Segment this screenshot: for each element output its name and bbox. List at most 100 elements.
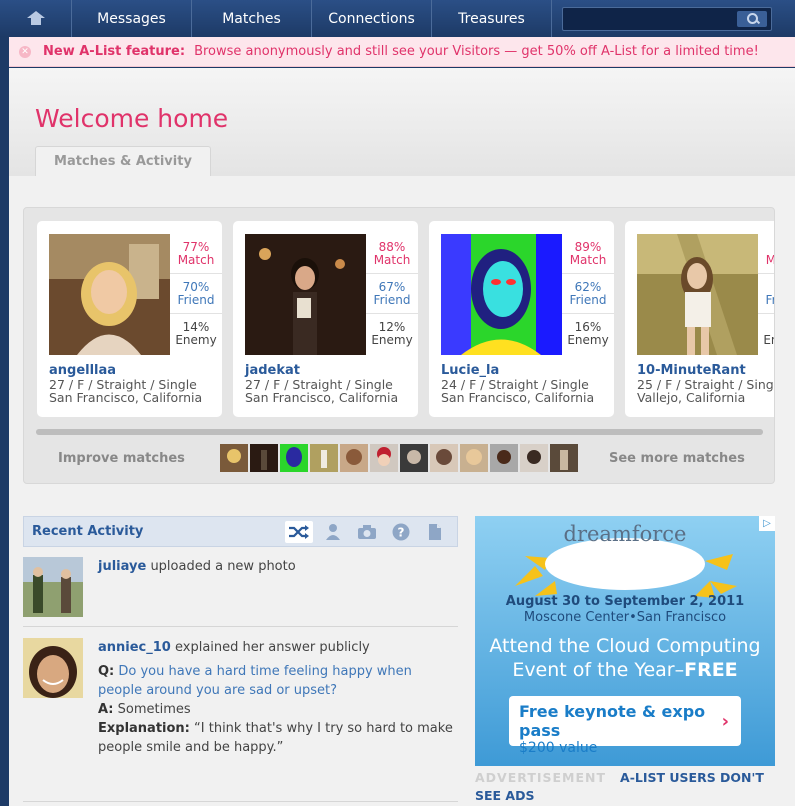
ad-headline-2: Event of the Year– [512,659,685,681]
friend-label: Friend [177,293,215,307]
question-link[interactable]: Do you have a hard time feeling happy wh… [98,664,412,698]
enemy-label: Enemy [567,333,609,347]
match-username[interactable]: Lucie_la [441,363,499,378]
advertisement-label: ADVERTISEMENT [475,770,607,785]
match-card[interactable]: 88% Match 67% Friend 12% Enemy jadekat 27 /… [233,221,418,417]
home-icon [26,11,45,25]
thumbnail[interactable] [220,444,248,472]
match-username[interactable]: 10-MinuteRant [637,363,746,378]
friend-percent: 70% [182,280,210,294]
page-title: Welcome home [35,104,229,133]
match-label: Match [177,253,215,267]
activity-username[interactable]: anniec_10 [98,640,171,655]
tab-matches-activity[interactable]: Matches & Activity [35,146,211,176]
thumbnail[interactable] [340,444,368,472]
match-percent: 88% [378,240,406,254]
top-nav: Messages Matches Connections Treasures [0,0,795,37]
match-stats: 77% Match 70% Friend 14% Enemy [170,234,222,355]
match-stats: 89% Match 62% Friend 16% Enemy [562,234,614,355]
match-card[interactable]: 89% Match 62% Friend 16% Enemy Lucie_la 24 … [429,221,614,417]
person-icon[interactable] [319,521,347,543]
thumbnail[interactable] [310,444,338,472]
question-icon[interactable]: ? [387,521,415,543]
match-location: Vallejo, California [637,390,746,405]
recent-activity-header: Recent Activity ? [23,516,458,547]
nav-tab-treasures[interactable]: Treasures [432,0,552,37]
divider [23,626,458,627]
activity-username[interactable]: juliaye [98,559,146,574]
match-label: Match [766,253,774,267]
explanation-label: Explanation: [98,721,190,736]
enemy-percent: 16% [574,320,602,334]
match-percent: 77% [182,240,210,254]
enemy-label: Enemy [763,333,774,347]
ad-cta-value: $200 value [519,740,598,756]
activity-item: anniec_10 explained her answer publicly … [23,638,458,768]
improve-matches-link[interactable]: Improve matches [58,451,185,466]
dreamforce-ad[interactable]: ▷ dreamforce August 30 to September 2, 2… [475,516,775,766]
match-location: San Francisco, California [49,390,203,405]
match-card[interactable]: 9Match 6Friend Enemy 10-MinuteRant 25 / … [625,221,774,417]
match-username[interactable]: angelllaa [49,363,116,378]
match-username[interactable]: jadekat [245,363,300,378]
match-label: Match [569,253,607,267]
promo-label: New A-List feature: [43,44,186,59]
match-stats: 9Match 6Friend Enemy [758,234,774,355]
matches-carousel: 77% Match 70% Friend 14% Enemy angelllaa 27… [23,207,775,484]
close-icon[interactable]: ✕ [19,45,31,58]
nav-tab-matches[interactable]: Matches [192,0,312,37]
friend-label: Friend [765,293,774,307]
thumbnail[interactable] [400,444,428,472]
thumbnail[interactable] [280,444,308,472]
search-input[interactable] [563,8,733,30]
thumbnail[interactable] [460,444,488,472]
ad-headline-1: Attend the Cloud Computing [489,635,761,657]
match-percent: 89% [574,240,602,254]
home-button[interactable] [0,0,72,37]
match-thumbnail-strip [220,444,578,472]
ad-venue: Moscone Center•San Francisco [523,610,727,625]
camera-icon[interactable] [353,521,381,543]
profile-photo[interactable] [441,234,562,355]
match-location: San Francisco, California [245,390,399,405]
profile-photo[interactable] [637,234,758,355]
activity-item: juliaye uploaded a new photo [23,557,458,617]
nav-tab-messages[interactable]: Messages [72,0,192,37]
thumbnail[interactable] [430,444,458,472]
thumbnail[interactable] [370,444,398,472]
ad-dates: August 30 to September 2, 2011 [505,594,745,609]
match-stats: 88% Match 67% Friend 12% Enemy [366,234,418,355]
profile-photo[interactable] [49,234,170,355]
match-location: San Francisco, California [441,390,595,405]
chevron-right-icon: › [721,711,729,732]
shuffle-icon[interactable] [285,521,313,543]
thumbnail[interactable] [490,444,518,472]
match-card[interactable]: 77% Match 70% Friend 14% Enemy angelllaa 27… [37,221,222,417]
enemy-percent: 12% [378,320,406,334]
ad-cta-title: Free keynote & expo pass [519,702,706,740]
friend-label: Friend [373,293,411,307]
thumbnail[interactable] [250,444,278,472]
nav-tab-connections[interactable]: Connections [312,0,432,37]
friend-percent: 62% [574,280,602,294]
avatar[interactable] [23,557,83,617]
see-more-matches-link[interactable]: See more matches [609,451,745,466]
match-label: Match [373,253,411,267]
ad-headline-free: FREE [684,659,738,681]
divider [23,801,458,802]
avatar[interactable] [23,638,83,698]
document-icon[interactable] [421,521,449,543]
search-icon[interactable] [737,11,767,27]
recent-activity-title: Recent Activity [32,524,144,539]
thumbnail[interactable] [520,444,548,472]
promo-banner[interactable]: ✕ New A-List feature: Browse anonymously… [9,37,795,67]
friend-percent: 67% [378,280,406,294]
ad-brand: dreamforce [563,522,687,546]
carousel-scrollbar-thumb[interactable] [36,429,763,435]
ad-footer: ADVERTISEMENT A-LIST USERS DON'T SEE ADS [475,769,775,805]
promo-message[interactable]: Browse anonymously and still see your Vi… [194,44,759,59]
ad-cta[interactable]: Free keynote & expo pass $200 value › [509,696,741,756]
thumbnail[interactable] [550,444,578,472]
profile-photo[interactable] [245,234,366,355]
enemy-label: Enemy [175,333,217,347]
